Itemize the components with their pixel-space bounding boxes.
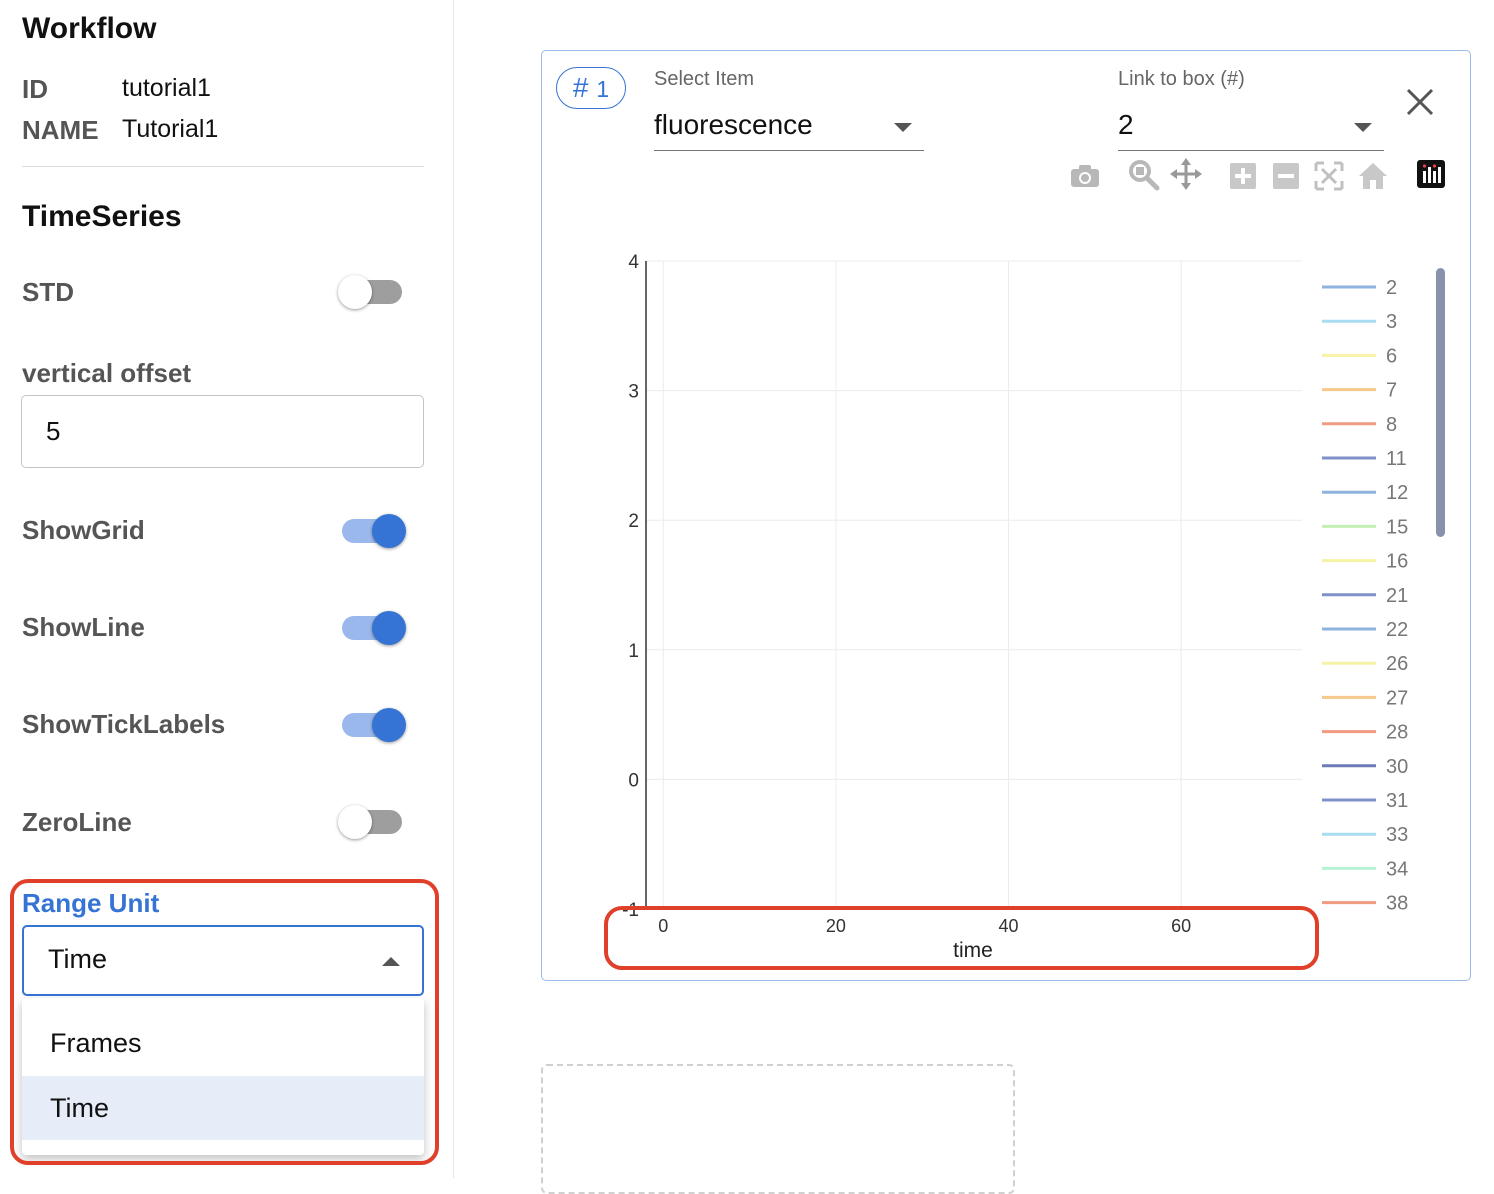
legend-label: 31 (1386, 790, 1408, 812)
menu-item-time[interactable]: Time (22, 1076, 424, 1140)
legend-label: 12 (1386, 482, 1408, 504)
show-grid-toggle[interactable] (340, 511, 410, 551)
legend-item[interactable]: 16 (1322, 551, 1408, 573)
legend-scrollbar[interactable] (1436, 268, 1445, 537)
legend-item[interactable]: 3 (1322, 311, 1397, 333)
legend-item[interactable]: 2 (1322, 277, 1397, 299)
vertical-offset-input[interactable]: 5 (21, 395, 424, 468)
legend-item[interactable]: 38 (1322, 893, 1408, 915)
legend-item[interactable]: 31 (1322, 790, 1408, 812)
x-axis-title: time (953, 939, 993, 962)
zero-line-toggle[interactable] (338, 802, 408, 842)
legend-item[interactable]: 11 (1322, 448, 1407, 470)
workflow-title: Workflow (22, 12, 157, 45)
x-tick-label: 40 (999, 916, 1019, 936)
legend-label: 26 (1386, 653, 1408, 675)
legend-item[interactable]: 28 (1322, 722, 1408, 744)
legend-item[interactable]: 15 (1322, 516, 1408, 538)
legend-item[interactable]: 21 (1322, 585, 1408, 607)
y-tick-label: 1 (628, 641, 639, 662)
legend-label: 11 (1386, 448, 1407, 470)
legend-label: 38 (1386, 893, 1408, 915)
id-label: ID (22, 74, 48, 104)
y-tick-label: 4 (628, 252, 639, 273)
legend-item[interactable]: 27 (1322, 687, 1408, 709)
std-label: STD (22, 277, 74, 307)
legend-item[interactable]: 12 (1322, 482, 1408, 504)
legend-label: 34 (1386, 858, 1408, 880)
legend-label: 21 (1386, 585, 1408, 607)
legend-item[interactable]: 26 (1322, 653, 1408, 675)
y-tick-label: 3 (628, 382, 639, 403)
y-tick-label: -1 (622, 900, 639, 921)
visualize-box-1: #1 Select Item fluorescence Link to box … (541, 50, 1471, 981)
legend-label: 15 (1386, 516, 1408, 538)
show-grid-label: ShowGrid (22, 515, 145, 545)
legend-label: 22 (1386, 619, 1408, 641)
x-tick-label: 60 (1171, 916, 1191, 936)
legend-label: 27 (1386, 687, 1408, 709)
std-toggle[interactable] (338, 272, 408, 312)
divider (22, 166, 424, 167)
legend-item[interactable]: 33 (1322, 824, 1408, 846)
legend-item[interactable]: 34 (1322, 858, 1408, 880)
timeseries-title: TimeSeries (22, 200, 182, 233)
legend-label: 30 (1386, 756, 1408, 778)
caret-up-icon (382, 957, 400, 966)
x-tick-label: 20 (826, 916, 846, 936)
vertical-offset-label: vertical offset (22, 358, 192, 388)
id-value: tutorial1 (122, 74, 211, 102)
show-line-label: ShowLine (22, 612, 145, 642)
range-unit-value: Time (48, 944, 107, 974)
y-tick-label: 2 (628, 511, 639, 532)
legend-item[interactable]: 8 (1322, 414, 1397, 436)
show-tick-labels-toggle[interactable] (340, 705, 410, 745)
legend-label: 8 (1386, 414, 1397, 436)
name-label: NAME (22, 115, 99, 145)
legend-label: 3 (1386, 311, 1397, 333)
show-line-toggle[interactable] (340, 608, 410, 648)
y-tick-label: 0 (628, 770, 639, 791)
legend-label: 2 (1386, 277, 1397, 299)
legend-item[interactable]: 22 (1322, 619, 1408, 641)
show-tick-labels-label: ShowTickLabels (22, 709, 226, 739)
legend-item[interactable]: 30 (1322, 756, 1408, 778)
empty-box-placeholder[interactable] (541, 1064, 1015, 1194)
menu-item-frames[interactable]: Frames (22, 1011, 424, 1075)
range-unit-label: Range Unit (22, 888, 160, 918)
legend-label: 6 (1386, 345, 1397, 367)
legend-label: 28 (1386, 722, 1408, 744)
x-tick-label: 0 (658, 916, 668, 936)
legend-item[interactable]: 6 (1322, 345, 1397, 367)
name-value: Tutorial1 (122, 115, 219, 143)
timeseries-chart[interactable]: 43210-1 0 20 40 60 time 2367811121516212226… (542, 51, 1472, 982)
range-unit-select[interactable]: Time (22, 925, 424, 996)
range-unit-menu: Frames Time (22, 998, 424, 1155)
legend-label: 7 (1386, 380, 1397, 402)
legend-label: 16 (1386, 551, 1408, 573)
settings-panel: Workflow ID tutorial1 NAME Tutorial1 Tim… (0, 0, 454, 1178)
legend-item[interactable]: 7 (1322, 380, 1397, 402)
zero-line-label: ZeroLine (22, 807, 132, 837)
legend-label: 33 (1386, 824, 1408, 846)
